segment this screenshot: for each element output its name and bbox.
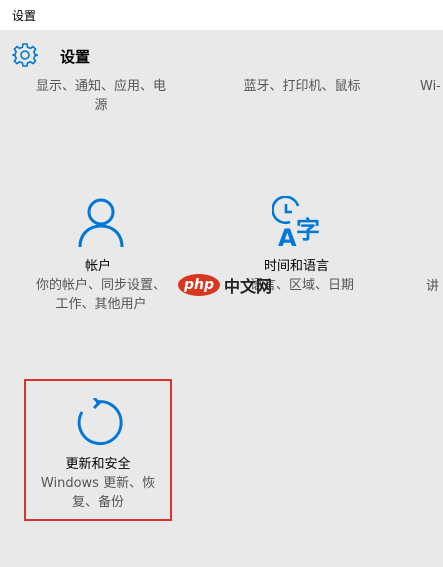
devices-desc: 蓝牙、打印机、鼠标 <box>243 79 361 94</box>
window-title: 设置 <box>12 9 37 23</box>
ease-of-access-tile-partial[interactable]: 讲 <box>426 277 443 296</box>
gear-icon <box>12 43 38 67</box>
page-heading: 设置 <box>60 48 91 66</box>
accounts-name: 帐户 <box>85 259 112 274</box>
network-tile-description[interactable]: Wi- <box>420 77 443 96</box>
svg-text:A: A <box>278 224 297 250</box>
highlight-box <box>24 379 172 521</box>
watermark: php 中文网 <box>178 271 272 299</box>
devices-tile-description[interactable]: 蓝牙、打印机、鼠标 <box>222 77 382 96</box>
system-tile-description[interactable]: 显示、通知、应用、电 源 <box>20 77 182 115</box>
accounts-tile[interactable]: 帐户 你的帐户、同步设置、 工作、其他用户 <box>20 196 182 314</box>
accounts-desc-line2: 工作、其他用户 <box>55 297 147 312</box>
time-language-icon: A 字 <box>272 196 320 250</box>
settings-header: 设置 <box>0 30 443 80</box>
accounts-desc-line1: 你的帐户、同步设置、 <box>35 278 166 293</box>
svg-text:字: 字 <box>296 216 320 244</box>
ease-desc-partial: 讲 <box>426 279 440 294</box>
user-icon <box>78 198 124 248</box>
watermark-badge: php <box>178 274 221 296</box>
network-desc-partial: Wi- <box>420 79 441 94</box>
system-desc-line1: 显示、通知、应用、电 <box>35 79 166 94</box>
settings-window: 设置 设置 显示、通知、应用、电 源 蓝牙、打印机、鼠标 Wi- 帐户 你的帐户… <box>0 0 443 567</box>
watermark-text: 中文网 <box>224 277 273 296</box>
system-desc-line2: 源 <box>94 98 108 113</box>
title-bar: 设置 <box>0 0 443 30</box>
